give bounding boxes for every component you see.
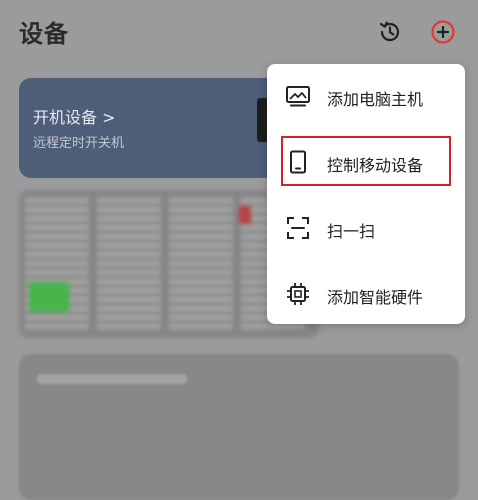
device-list-panel [19, 354, 459, 500]
page-title: 设备 [19, 20, 69, 48]
chip-icon [285, 281, 311, 307]
menu-item-label: 扫一扫 [327, 222, 376, 241]
power-card-title: 开机设备 > [33, 108, 116, 127]
computer-icon [285, 83, 311, 109]
scan-icon [285, 215, 311, 241]
menu-item-add-computer[interactable]: 添加电脑主机 [267, 64, 465, 128]
menu-item-label: 添加智能硬件 [327, 288, 424, 307]
menu-item-scan[interactable]: 扫一扫 [267, 196, 465, 260]
highlight-box [281, 136, 451, 186]
power-card-subtitle: 远程定时开关机 [33, 136, 125, 151]
add-circle-icon[interactable] [430, 19, 456, 45]
menu-item-add-smart-hardware[interactable]: 添加智能硬件 [267, 262, 465, 326]
history-icon[interactable] [377, 19, 403, 45]
menu-item-label: 添加电脑主机 [327, 90, 424, 109]
add-menu-popup: 添加电脑主机 控制移动设备 扫一扫 添加智能硬件 [267, 64, 465, 324]
